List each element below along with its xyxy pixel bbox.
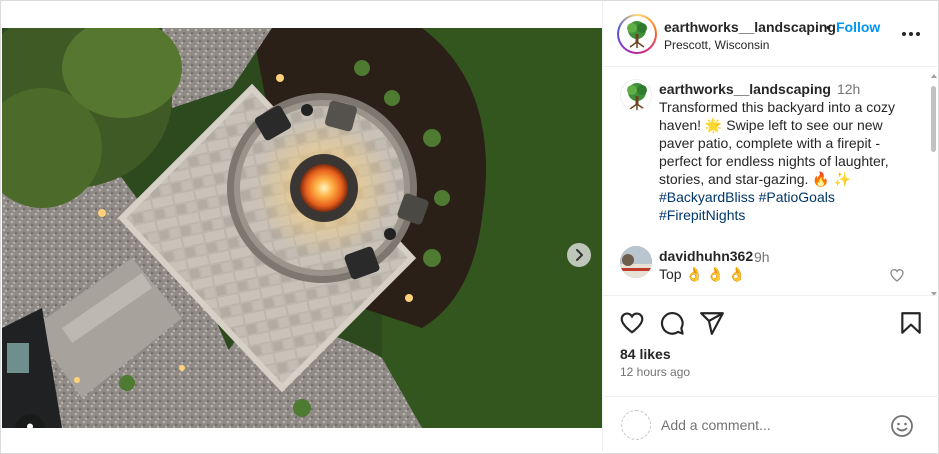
bookmark-icon[interactable] <box>898 310 924 336</box>
caption-username[interactable]: earthworks__landscaping <box>659 81 831 97</box>
comment-username[interactable]: davidhuhn362 <box>659 248 753 264</box>
hashtag-link[interactable]: #PatioGoals <box>759 189 835 205</box>
carousel-next-button[interactable] <box>567 243 591 267</box>
author-username[interactable]: earthworks__landscaping <box>664 19 836 35</box>
follow-button[interactable]: Follow <box>836 19 880 35</box>
post-header: earthworks__landscaping • Follow Prescot… <box>603 2 939 67</box>
emoji-icon[interactable] <box>890 414 914 438</box>
hashtag-link[interactable]: #BackyardBliss <box>659 189 755 205</box>
more-options-icon[interactable] <box>900 24 922 44</box>
caption-text: Transformed this backyard into a cozy ha… <box>659 99 896 187</box>
comment-time: 9h <box>754 249 770 265</box>
chevron-right-icon <box>576 249 583 261</box>
comment-icon[interactable] <box>659 310 685 336</box>
share-icon[interactable] <box>699 310 725 336</box>
scroll-up-arrow-icon[interactable] <box>931 74 937 78</box>
hashtag-link[interactable]: #FirepitNights <box>659 207 745 223</box>
comments-scrollbar[interactable] <box>930 74 937 295</box>
tree-logo-icon <box>621 18 653 50</box>
post-dialog: earthworks__landscaping • Follow Prescot… <box>0 0 939 454</box>
post-image[interactable] <box>2 28 602 428</box>
heart-icon[interactable] <box>619 310 645 336</box>
add-comment-bar <box>603 396 939 454</box>
caption-time: 12h <box>836 81 861 97</box>
add-comment-input[interactable] <box>661 413 881 437</box>
user-icon <box>27 423 33 428</box>
comment-text: Top 👌 👌 👌 <box>659 266 746 282</box>
separator-dot: • <box>826 19 831 35</box>
current-user-avatar <box>621 410 651 440</box>
action-bar: 84 likes 12 hours ago <box>603 295 939 454</box>
post-timestamp[interactable]: 12 hours ago <box>620 365 690 379</box>
caption-avatar[interactable] <box>620 79 652 111</box>
commenter-avatar[interactable] <box>620 246 652 278</box>
author-avatar[interactable] <box>617 14 657 54</box>
scroll-thumb[interactable] <box>931 86 936 152</box>
post-sidebar: earthworks__landscaping • Follow Prescot… <box>602 2 939 454</box>
post-caption: earthworks__landscaping 12h Transformed t… <box>659 80 921 224</box>
comment-like-heart-icon[interactable] <box>889 267 905 283</box>
avatar-photo <box>620 246 652 278</box>
patio-photo <box>2 28 602 428</box>
tree-logo-icon <box>621 80 651 110</box>
comments-section[interactable]: earthworks__landscaping 12h Transformed t… <box>603 68 939 295</box>
post-location[interactable]: Prescott, Wisconsin <box>664 38 769 52</box>
likes-count[interactable]: 84 likes <box>620 346 671 362</box>
